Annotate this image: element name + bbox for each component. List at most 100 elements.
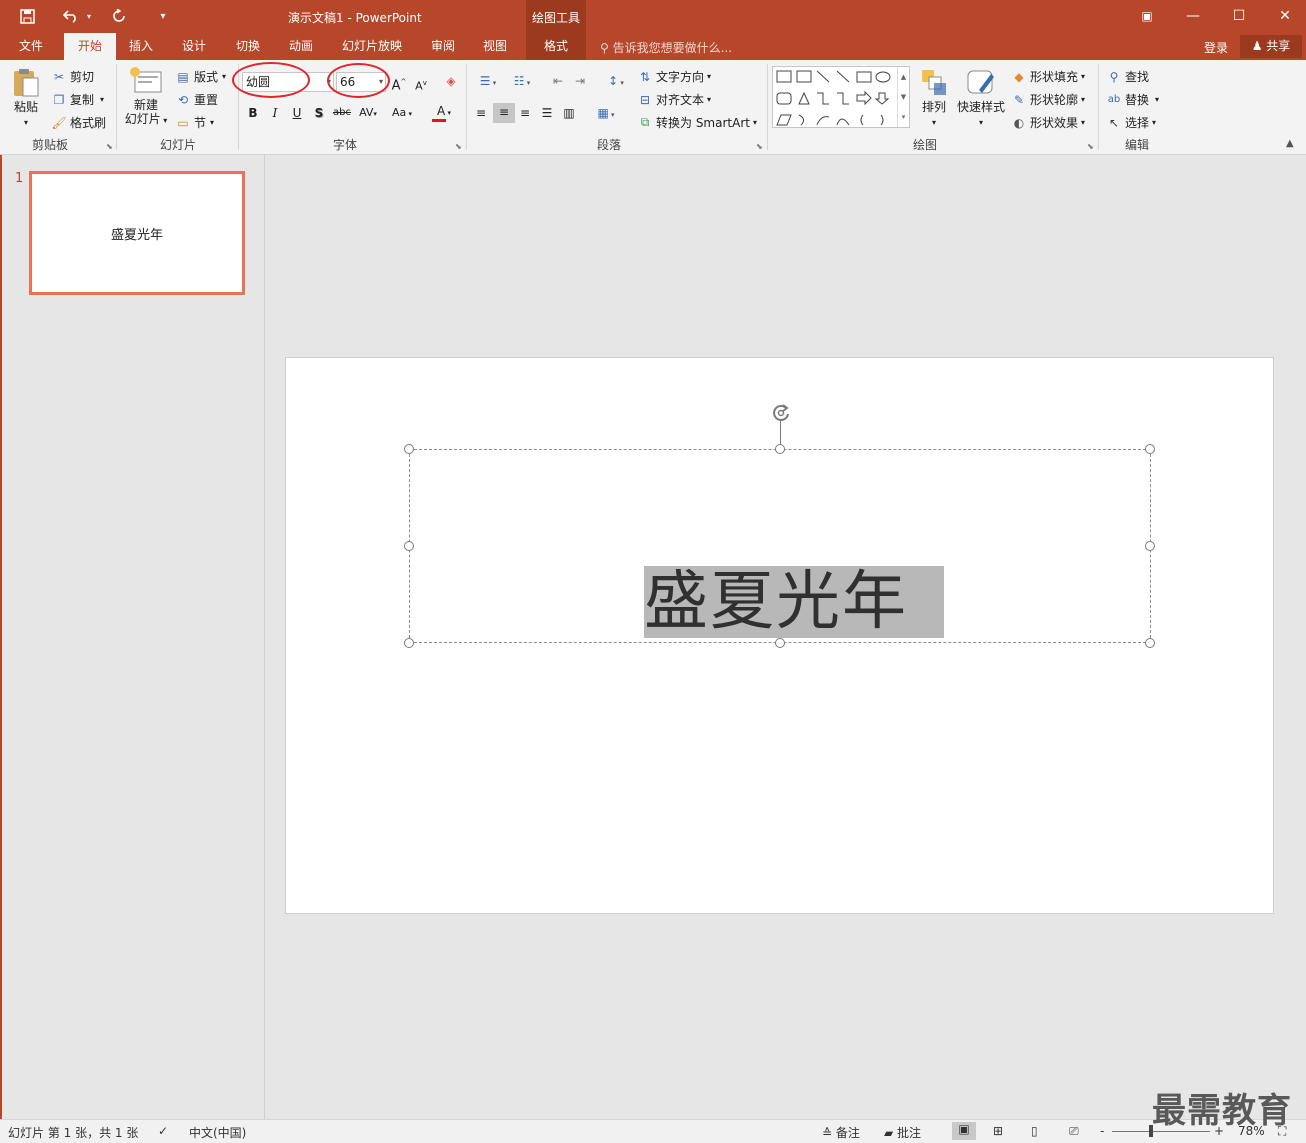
tab-file[interactable]: 文件 bbox=[8, 33, 54, 60]
tab-design[interactable]: 设计 bbox=[171, 33, 217, 60]
comment-icon: ▰ bbox=[884, 1126, 898, 1140]
underline-button[interactable]: U bbox=[288, 104, 306, 122]
undo-icon[interactable] bbox=[60, 6, 82, 26]
chevron-down-icon: ▾ bbox=[210, 118, 215, 127]
font-color-bar bbox=[432, 119, 446, 122]
align-left-icon[interactable]: ≡ bbox=[472, 104, 490, 122]
reading-view-icon[interactable]: ▯ bbox=[1031, 1124, 1038, 1138]
slideshow-view-icon[interactable]: ⎚ bbox=[1069, 1124, 1079, 1139]
font-color-button[interactable]: A ▾ bbox=[430, 102, 458, 122]
change-case-button[interactable]: Aa ▾ bbox=[388, 104, 416, 122]
dialog-launcher-icon[interactable]: ⬊ bbox=[756, 142, 763, 151]
find-button[interactable]: ⚲ 查找 bbox=[1106, 68, 1149, 85]
tab-review[interactable]: 审阅 bbox=[420, 33, 466, 60]
line-spacing-button[interactable]: ↕ ▾ bbox=[602, 72, 630, 90]
numbering-button[interactable]: ☷ ▾ bbox=[508, 72, 536, 90]
align-text-button[interactable]: ⊟ 对齐文本 ▾ bbox=[637, 91, 711, 108]
sign-in-link[interactable]: 登录 bbox=[1204, 39, 1228, 56]
cut-button[interactable]: ✂ 剪切 bbox=[51, 68, 94, 85]
shape-outline-button[interactable]: ✎ 形状轮廓 ▾ bbox=[1011, 91, 1085, 108]
language-status[interactable]: 中文(中国) bbox=[189, 1124, 246, 1141]
ribbon: 粘贴 ▾ ✂ 剪切 ❐ 复制 ▾ 🖌 格式刷 剪贴板 ⬊ 新建 幻灯片 ▾ ▤ 版式 ▾ ⟲ 重置… bbox=[0, 60, 1306, 155]
bullets-button[interactable]: ☰ ▾ bbox=[474, 72, 502, 90]
bold-button[interactable]: B bbox=[244, 104, 262, 122]
gallery-scroll[interactable]: ▲ ▼ ▾ bbox=[897, 67, 909, 127]
shape-effects-button[interactable]: ◐ 形状效果 ▾ bbox=[1011, 114, 1085, 131]
dialog-launcher-icon[interactable]: ⬊ bbox=[1087, 142, 1094, 151]
shapes-gallery[interactable]: ▲ ▼ ▾ bbox=[772, 66, 910, 128]
strikethrough-button[interactable]: abc bbox=[331, 104, 353, 122]
convert-smartart-button[interactable]: ⧉ 转换为 SmartArt ▾ bbox=[637, 114, 757, 131]
notes-button[interactable]: ≙ 备注 bbox=[822, 1124, 860, 1141]
tab-view[interactable]: 视图 bbox=[472, 33, 518, 60]
increase-indent-icon[interactable]: ⇥ bbox=[571, 72, 589, 90]
dialog-launcher-icon[interactable]: ⬊ bbox=[455, 142, 462, 151]
chevron-down-icon: ▾ bbox=[618, 79, 624, 87]
undo-dropdown-icon[interactable]: ▾ bbox=[84, 6, 94, 26]
replace-button[interactable]: ab 替换 ▾ bbox=[1106, 91, 1159, 108]
resize-handle-bottom[interactable] bbox=[775, 638, 785, 648]
tab-home[interactable]: 开始 bbox=[64, 33, 116, 60]
comments-button[interactable]: ▰ 批注 bbox=[884, 1124, 921, 1141]
resize-handle-top-left[interactable] bbox=[404, 444, 414, 454]
justify-icon[interactable]: ☰ bbox=[538, 104, 556, 122]
shrink-font-button[interactable]: Av bbox=[412, 74, 430, 93]
group-label-drawing: 绘图 bbox=[912, 138, 937, 152]
resize-handle-top-right[interactable] bbox=[1145, 444, 1155, 454]
resize-handle-bottom-left[interactable] bbox=[404, 638, 414, 648]
character-spacing-button[interactable]: AV▾ bbox=[355, 104, 381, 122]
selected-title-text[interactable]: 盛夏光年 bbox=[644, 566, 944, 638]
shape-fill-button[interactable]: ◆ 形状填充 ▾ bbox=[1011, 68, 1085, 85]
paste-button[interactable]: 粘贴 ▾ bbox=[8, 68, 44, 130]
slide-thumbnail[interactable]: 盛夏光年 bbox=[29, 171, 245, 295]
slide-canvas[interactable]: 盛夏光年 bbox=[285, 357, 1274, 914]
group-label-clipboard: 剪贴板 bbox=[31, 138, 68, 152]
tab-animations[interactable]: 动画 bbox=[278, 33, 324, 60]
layout-button[interactable]: ▤ 版式 ▾ bbox=[175, 68, 226, 85]
resize-handle-bottom-right[interactable] bbox=[1145, 638, 1155, 648]
quick-styles-button[interactable]: 快速样式 ▾ bbox=[956, 68, 1006, 130]
slide-sorter-view-icon[interactable]: ⊞ bbox=[993, 1124, 1003, 1138]
resize-handle-top[interactable] bbox=[775, 444, 785, 454]
arrange-button[interactable]: 排列 ▾ bbox=[916, 68, 952, 130]
spelling-check-icon[interactable]: ✓ bbox=[158, 1124, 168, 1138]
decrease-indent-icon[interactable]: ⇤ bbox=[549, 72, 567, 90]
minimize-button[interactable]: — bbox=[1178, 4, 1208, 28]
zoom-out-button[interactable]: - bbox=[1100, 1124, 1104, 1138]
rotate-handle-icon[interactable] bbox=[770, 402, 792, 424]
align-center-icon[interactable]: ≡ bbox=[493, 103, 515, 123]
repeat-icon[interactable] bbox=[108, 6, 130, 26]
new-slide-button[interactable]: 新建 幻灯片 ▾ bbox=[122, 66, 170, 128]
tab-slideshow[interactable]: 幻灯片放映 bbox=[334, 33, 410, 60]
resize-handle-left[interactable] bbox=[404, 541, 414, 551]
align-right-icon[interactable]: ≡ bbox=[516, 104, 534, 122]
lightbulb-icon: ⚲ bbox=[600, 41, 613, 55]
section-button[interactable]: ▭ 节 ▾ bbox=[175, 114, 214, 131]
columns-button[interactable]: ▦ ▾ bbox=[592, 104, 620, 122]
tab-format[interactable]: 格式 bbox=[526, 33, 586, 60]
copy-button[interactable]: ❐ 复制 ▾ bbox=[51, 91, 104, 108]
select-button[interactable]: ↖ 选择 ▾ bbox=[1106, 114, 1156, 131]
reset-button[interactable]: ⟲ 重置 bbox=[175, 91, 218, 108]
save-icon[interactable] bbox=[16, 6, 38, 26]
collapse-ribbon-icon[interactable]: ▲ bbox=[1286, 138, 1294, 149]
distributed-icon[interactable]: ▥ bbox=[560, 104, 578, 122]
grow-font-button[interactable]: A^ bbox=[390, 73, 408, 93]
close-button[interactable]: ✕ bbox=[1270, 4, 1300, 28]
resize-handle-right[interactable] bbox=[1145, 541, 1155, 551]
tab-transitions[interactable]: 切换 bbox=[225, 33, 271, 60]
tell-me-search[interactable]: ⚲ 告诉我您想要做什么... bbox=[600, 39, 732, 56]
section-icon: ▭ bbox=[177, 115, 189, 130]
restore-button[interactable]: ☐ bbox=[1224, 4, 1254, 28]
tab-insert[interactable]: 插入 bbox=[118, 33, 164, 60]
normal-view-icon[interactable]: ▣ bbox=[952, 1122, 976, 1140]
clear-formatting-icon[interactable]: ◈ bbox=[442, 72, 460, 90]
text-shadow-button[interactable]: S bbox=[310, 104, 328, 122]
italic-button[interactable]: I bbox=[266, 104, 284, 122]
format-painter-button[interactable]: 🖌 格式刷 bbox=[51, 114, 106, 131]
share-button[interactable]: ♟ 共享 bbox=[1240, 35, 1302, 58]
ribbon-display-options-icon[interactable]: ▣ bbox=[1132, 4, 1162, 28]
dialog-launcher-icon[interactable]: ⬊ bbox=[106, 142, 113, 151]
text-direction-button[interactable]: ⇅ 文字方向 ▾ bbox=[637, 68, 711, 85]
customize-toolbar-icon[interactable]: ▾ bbox=[154, 6, 172, 26]
